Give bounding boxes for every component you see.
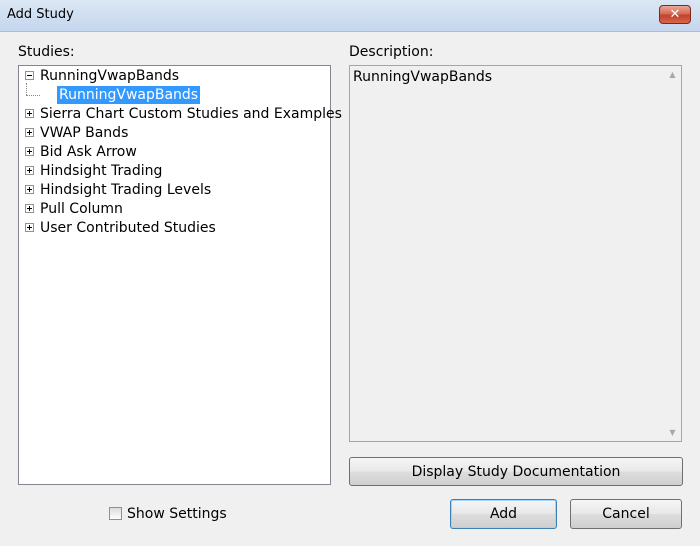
tree-item-label: Hindsight Trading (40, 163, 163, 179)
description-label: Description: (349, 44, 434, 60)
description-text: RunningVwapBands (353, 69, 493, 85)
tree-item-runningvwapbands-child[interactable]: RunningVwapBands (57, 86, 201, 104)
display-documentation-button[interactable]: Display Study Documentation (349, 457, 683, 486)
tree-item-label: Pull Column (40, 201, 123, 217)
scroll-down-arrow-icon[interactable]: ▼ (664, 424, 681, 441)
tree-connector-line (26, 95, 40, 96)
expand-icon[interactable] (25, 204, 34, 213)
tree-item-label: VWAP Bands (40, 125, 129, 141)
tree-item-label: User Contributed Studies (40, 220, 216, 236)
expand-icon[interactable] (25, 147, 34, 156)
tree-item-label: Hindsight Trading Levels (40, 182, 212, 198)
window-title: Add Study (7, 7, 74, 22)
title-bar: Add Study ✕ (0, 0, 700, 32)
collapse-icon[interactable] (25, 71, 34, 80)
tree-item-label: Bid Ask Arrow (40, 144, 137, 160)
scroll-up-arrow-icon[interactable]: ▲ (664, 66, 681, 83)
show-settings-checkbox[interactable] (109, 507, 122, 520)
vertical-scrollbar[interactable]: ▲ ▼ (664, 66, 681, 441)
tree-connector-line (26, 83, 27, 95)
show-settings-label: Show Settings (127, 506, 227, 522)
cancel-button[interactable]: Cancel (570, 499, 682, 529)
tree-item-label: RunningVwapBands (40, 68, 180, 84)
close-button[interactable]: ✕ (659, 5, 691, 24)
expand-icon[interactable] (25, 128, 34, 137)
tree-item-label: Sierra Chart Custom Studies and Examples (40, 106, 342, 122)
expand-icon[interactable] (25, 166, 34, 175)
expand-icon[interactable] (25, 109, 34, 118)
expand-icon[interactable] (25, 223, 34, 232)
expand-icon[interactable] (25, 185, 34, 194)
add-button[interactable]: Add (450, 499, 557, 529)
description-box[interactable]: RunningVwapBands ▲ ▼ (349, 65, 682, 442)
studies-label: Studies: (18, 44, 75, 60)
close-icon: ✕ (669, 7, 681, 22)
